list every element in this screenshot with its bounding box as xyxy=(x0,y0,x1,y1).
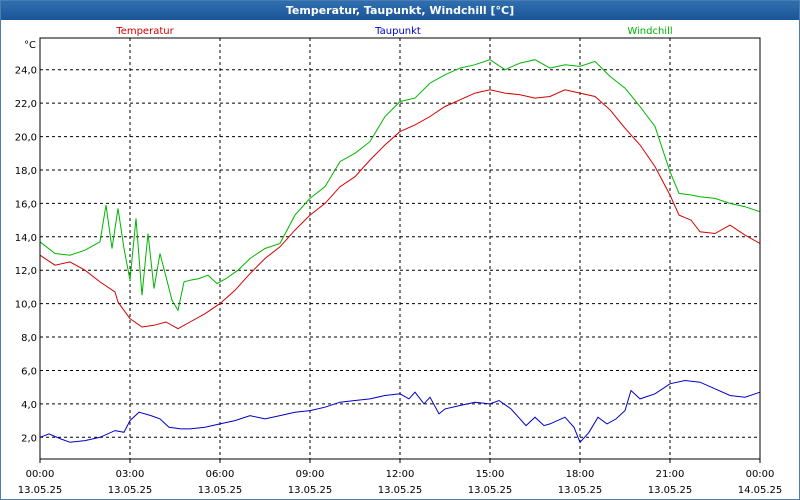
x-tick-time: 18:00 xyxy=(566,469,595,480)
legend-taupunkt: Taupunkt xyxy=(374,26,421,37)
x-tick-date: 13.05.25 xyxy=(18,485,63,496)
y-tick-label: 12,0 xyxy=(15,266,37,277)
y-tick-label: 8,0 xyxy=(21,333,37,344)
x-tick-time: 15:00 xyxy=(476,469,505,480)
y-tick-label: 18,0 xyxy=(15,166,37,177)
x-tick-time: 00:00 xyxy=(746,469,775,480)
chart-canvas: °C 2,04,06,08,010,012,014,016,018,020,02… xyxy=(15,26,783,496)
x-axis-ticks: 00:00 13.05.25 03:00 13.05.25 06:00 13.05.25 0… xyxy=(18,459,783,496)
y-tick-label: 14,0 xyxy=(15,233,37,244)
y-tick-label: 10,0 xyxy=(15,300,37,311)
y-tick-label: 2,0 xyxy=(21,433,37,444)
x-tick-date: 13.05.25 xyxy=(108,485,153,496)
x-tick-time: 00:00 xyxy=(26,469,55,480)
x-tick-time: 09:00 xyxy=(296,469,325,480)
x-tick-date: 13.05.25 xyxy=(468,485,513,496)
x-tick-time: 03:00 xyxy=(116,469,145,480)
legend-temperatur: Temperatur xyxy=(115,26,174,37)
x-tick-date: 13.05.25 xyxy=(288,485,333,496)
x-tick-date: 14.05.25 xyxy=(738,485,783,496)
y-tick-label: 22,0 xyxy=(15,99,37,110)
y-axis-ticks: 2,0 4,0 6,0 8,0 10,0 12,0 14,0 16,0 18,0 20,0 22,0… xyxy=(15,66,37,445)
legend-windchill: Windchill xyxy=(627,26,672,37)
y-tick-label: 16,0 xyxy=(15,199,37,210)
legend: Temperatur Taupunkt Windchill xyxy=(115,26,672,37)
x-tick-time: 06:00 xyxy=(206,469,235,480)
x-tick-time: 21:00 xyxy=(656,469,685,480)
x-tick-date: 13.05.25 xyxy=(558,485,603,496)
y-tick-label: 20,0 xyxy=(15,133,37,144)
y-tick-label: 4,0 xyxy=(21,400,37,411)
y-tick-label: 6,0 xyxy=(21,366,37,377)
y-axis-unit: °C xyxy=(24,40,36,51)
x-tick-date: 13.05.25 xyxy=(648,485,693,496)
x-tick-date: 13.05.25 xyxy=(198,485,243,496)
x-tick-time: 12:00 xyxy=(386,469,415,480)
x-tick-date: 13.05.25 xyxy=(378,485,423,496)
y-tick-label: 24,0 xyxy=(15,66,37,77)
